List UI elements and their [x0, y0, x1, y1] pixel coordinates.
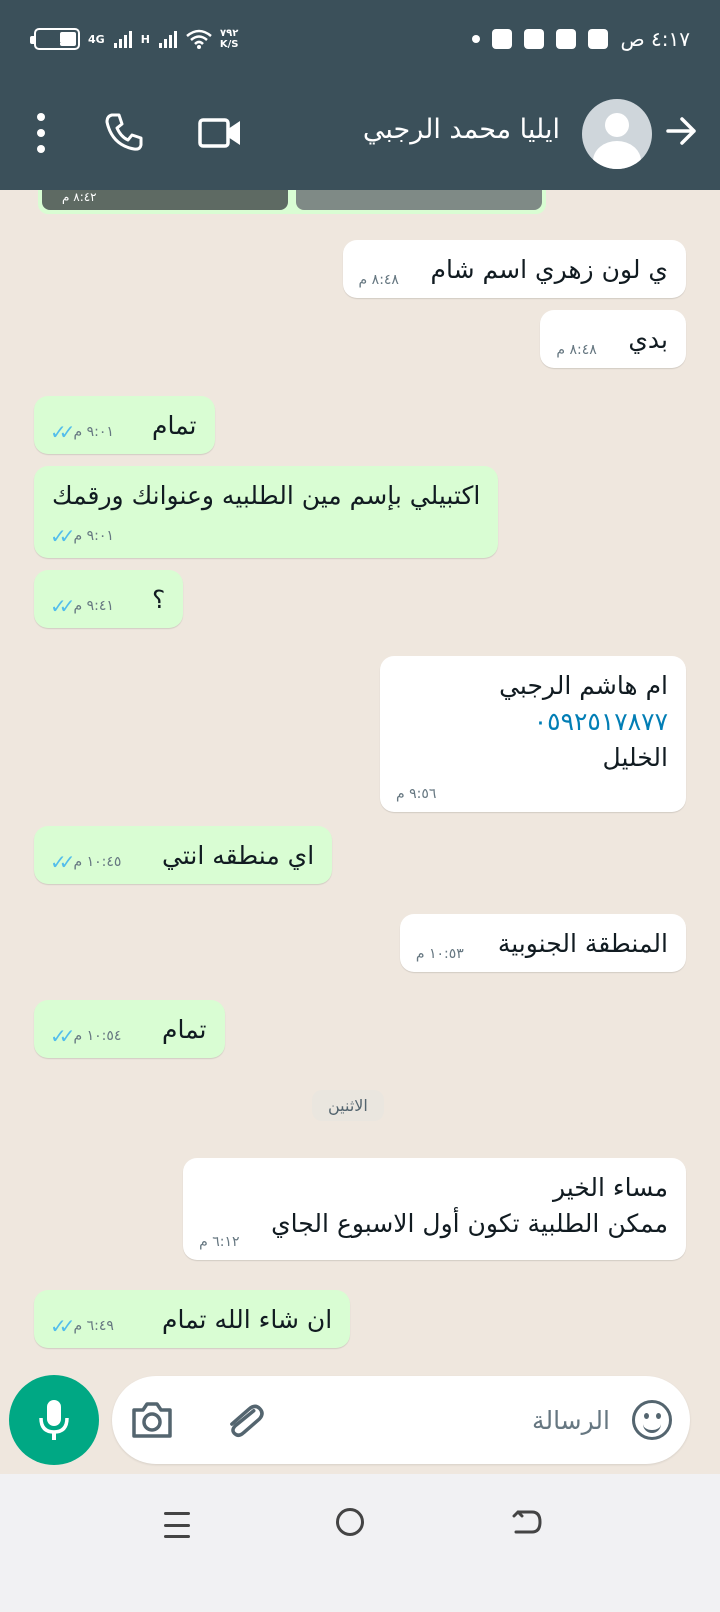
camera-icon[interactable]: [130, 1400, 174, 1440]
message-time: ٩:٠١ م: [73, 528, 114, 544]
system-nav-bar: [0, 1474, 720, 1612]
mail-icon: [492, 29, 513, 49]
overflow-menu-icon[interactable]: [36, 113, 46, 153]
date-separator: الاثنين: [312, 1090, 384, 1121]
message-time: ٨:٤٨ م: [556, 342, 597, 358]
message-time: ٩:٤١ م: [73, 598, 114, 614]
message-meta: ١٠:٥٤ م ✓✓: [50, 1024, 121, 1048]
message-input[interactable]: [330, 1398, 610, 1442]
message-composer: [112, 1376, 690, 1464]
back-arrow-icon[interactable]: [664, 114, 698, 154]
status-right: ٤:١٧ ص: [472, 24, 690, 54]
status-bar: ٣٨ 4G H ٧٩٢ K/S ٤:١٧ ص: [0, 0, 720, 80]
message-bubble-incoming[interactable]: المنطقة الجنوبية ١٠:٥٣ م: [399, 914, 686, 972]
read-receipt-icon: ✓✓: [50, 524, 75, 548]
message-text: ي لون زهري اسم شام: [430, 255, 668, 284]
phone-number-link[interactable]: ٠٥٩٢٥١٧٨٧٧: [398, 704, 668, 740]
read-receipt-icon: ✓✓: [50, 594, 75, 618]
emoji-icon[interactable]: [632, 1400, 672, 1440]
message-time: ٩:٠١ م: [73, 424, 114, 440]
message-bubble-incoming[interactable]: ي لون زهري اسم شام ٨:٤٨ م: [342, 240, 686, 298]
app-notification-icon: [588, 29, 609, 49]
message-bubble-outgoing[interactable]: اكتبيلي بإسم مين الطلبيه وعنوانك ورقمك ٩…: [34, 466, 499, 558]
recent-apps-icon[interactable]: [164, 1512, 190, 1538]
wifi-icon: [186, 29, 212, 49]
home-icon[interactable]: [336, 1508, 364, 1536]
message-meta: ٩:٠١ م ✓✓: [50, 524, 114, 548]
message-text: اكتبيلي بإسم مين الطلبيه وعنوانك ورقمك: [52, 481, 481, 510]
status-left: ٣٨ 4G H ٧٩٢ K/S: [30, 24, 239, 54]
video-call-icon[interactable]: [198, 114, 242, 152]
message-text: مساء الخير: [552, 1173, 668, 1202]
system-back-icon[interactable]: [508, 1504, 544, 1540]
message-meta: ٦:٤٩ م ✓✓: [50, 1314, 114, 1338]
message-meta: ٦:١٢ م: [199, 1234, 239, 1250]
message-text: ممكن الطلبية تكون أول الاسبوع الجاي: [271, 1209, 668, 1238]
network-speed: ٧٩٢ K/S: [220, 28, 239, 50]
message-bubble-outgoing[interactable]: اي منطقه انتي ١٠:٤٥ م ✓✓: [34, 826, 333, 884]
speed-value: ٧٩٢: [220, 28, 239, 39]
message-bubble-incoming[interactable]: بدي ٨:٤٨ م: [540, 310, 686, 368]
message-meta: ٩:٥٦ م: [396, 786, 436, 802]
message-time: ١٠:٤٥ م: [73, 854, 122, 870]
attach-icon[interactable]: [224, 1398, 264, 1442]
read-receipt-icon: ✓✓: [50, 1314, 75, 1338]
message-meta: ٨:٤٨ م: [556, 342, 596, 358]
speed-unit: K/S: [219, 39, 239, 50]
avatar[interactable]: [582, 99, 652, 169]
message-text: الخليل: [602, 743, 668, 772]
sim-icon: [524, 29, 545, 49]
network-4g-label: 4G: [88, 32, 105, 46]
message-time: ١٠:٥٤ م: [73, 1028, 122, 1044]
media-thumbnail-2[interactable]: [296, 190, 542, 210]
microphone-button[interactable]: [9, 1375, 99, 1465]
read-receipt-icon: ✓✓: [50, 850, 75, 874]
notification-dot-icon: [472, 35, 481, 43]
message-meta: ٨:٤٨ م: [359, 272, 399, 288]
battery-icon: ٣٨: [30, 28, 80, 50]
media-time: ٨:٤٢ م: [62, 190, 97, 204]
message-bubble-outgoing[interactable]: ؟ ٩:٤١ م ✓✓: [34, 570, 184, 628]
message-bubble-outgoing[interactable]: ان شاء الله تمام ٦:٤٩ م ✓✓: [34, 1290, 351, 1348]
snapchat-icon: [556, 29, 577, 49]
message-meta: ١٠:٤٥ م ✓✓: [50, 850, 121, 874]
message-time: ٦:١٢ م: [199, 1234, 240, 1250]
message-time: ٦:٤٩ م: [73, 1318, 114, 1334]
contact-name[interactable]: ايليا محمد الرجبي: [363, 114, 560, 145]
voice-call-icon[interactable]: [104, 112, 144, 152]
message-time: ٨:٤٨ م: [358, 272, 399, 288]
signal-icon: [113, 31, 132, 48]
signal-icon-2: [158, 31, 177, 48]
chat-area[interactable]: ٨:٤٢ م ي لون زهري اسم شام ٨:٤٨ م بدي ٨:٤…: [0, 190, 720, 1418]
read-receipt-icon: ✓✓: [50, 420, 75, 444]
media-thumbnail[interactable]: ٨:٤٢ م: [42, 190, 288, 210]
message-bubble-outgoing[interactable]: تمام ٩:٠١ م ✓✓: [34, 396, 215, 454]
chat-header: ايليا محمد الرجبي: [0, 80, 720, 190]
media-message[interactable]: ٨:٤٢ م: [38, 190, 546, 214]
message-meta: ٩:٠١ م ✓✓: [50, 420, 114, 444]
message-bubble-incoming[interactable]: ام هاشم الرجبي ٠٥٩٢٥١٧٨٧٧ الخليل ٩:٥٦ م: [380, 656, 686, 812]
network-h-label: H: [140, 32, 150, 46]
battery-level: ٣٨: [47, 32, 61, 46]
message-bubble-incoming[interactable]: مساء الخير ممكن الطلبية تكون أول الاسبوع…: [183, 1158, 686, 1260]
read-receipt-icon: ✓✓: [50, 1024, 75, 1048]
message-bubble-outgoing[interactable]: تمام ١٠:٥٤ م ✓✓: [34, 1000, 225, 1058]
message-time: ١٠:٥٣ م: [415, 946, 464, 962]
microphone-icon: [39, 1400, 69, 1440]
message-time: ٩:٥٦ م: [396, 786, 437, 802]
message-meta: ٩:٤١ م ✓✓: [50, 594, 114, 618]
message-text: ام هاشم الرجبي: [499, 671, 668, 700]
clock: ٤:١٧ ص: [620, 27, 690, 51]
message-meta: ١٠:٥٣ م: [416, 946, 464, 962]
